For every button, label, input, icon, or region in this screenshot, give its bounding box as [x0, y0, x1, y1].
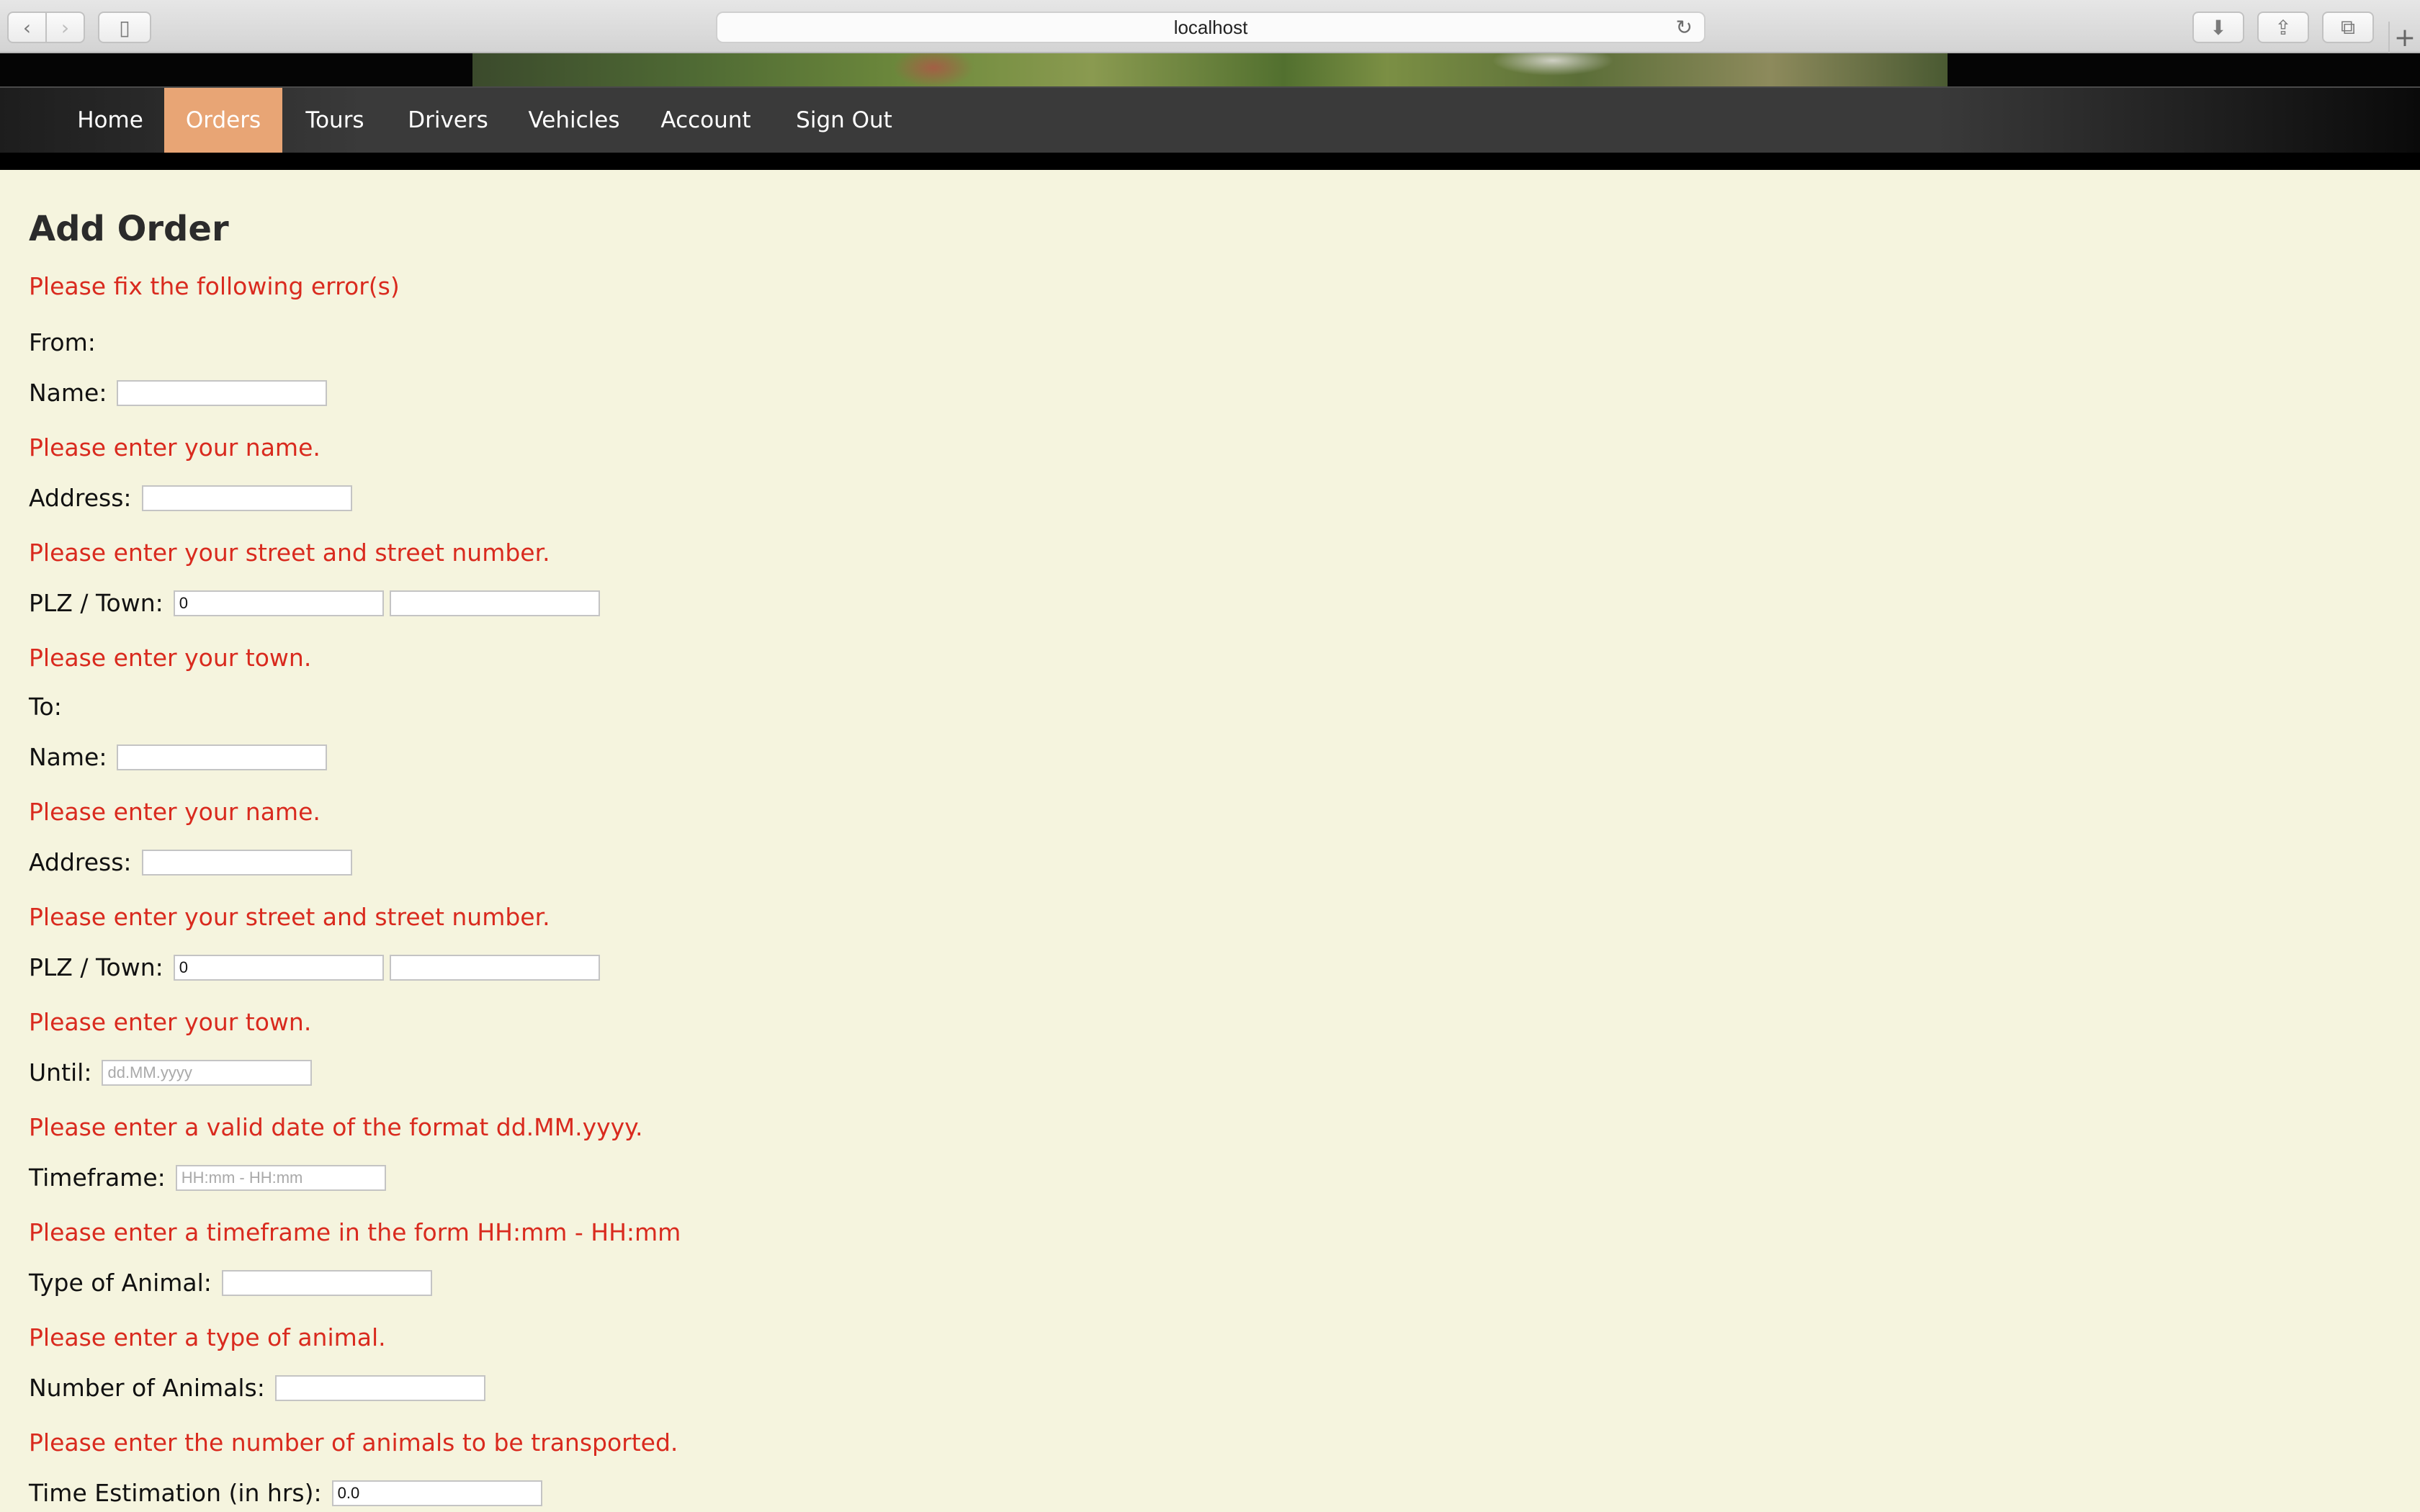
animal-type-label: Type of Animal: [29, 1269, 212, 1297]
sidebar-toggle-icon[interactable]: ▯ [98, 12, 151, 43]
from-address-row: Address: [29, 484, 352, 512]
header-banner [0, 53, 2420, 86]
animal-count-row: Number of Animals: [29, 1374, 485, 1402]
time-estimation-label: Time Estimation (in hrs): [29, 1479, 322, 1507]
nav-home[interactable]: Home [62, 88, 158, 153]
from-plz-town-label: PLZ / Town: [29, 589, 163, 617]
from-name-error: Please enter your name. [29, 433, 321, 462]
to-town-error: Please enter your town. [29, 1008, 312, 1036]
time-estimation-input[interactable]: 0.0 [331, 1480, 542, 1506]
download-icon[interactable]: ⬇ [2192, 12, 2244, 43]
tabs-overview-icon[interactable]: ⧉ [2322, 12, 2374, 43]
until-date-input[interactable]: dd.MM.yyyy [102, 1059, 313, 1086]
error-summary: Please fix the following error(s) [29, 272, 400, 300]
from-plz-town-row: PLZ / Town: 0 [29, 589, 600, 617]
nav-vehicles[interactable]: Vehicles [514, 88, 634, 153]
to-address-row: Address: [29, 848, 352, 876]
back-icon[interactable]: ‹ [9, 13, 45, 42]
banner-image [472, 53, 1948, 86]
from-town-input[interactable] [389, 590, 600, 616]
from-name-input[interactable] [117, 379, 328, 406]
to-address-label: Address: [29, 848, 132, 876]
nav-divider [0, 153, 2420, 170]
animal-type-error: Please enter a type of animal. [29, 1323, 386, 1351]
timeframe-input[interactable]: HH:mm - HH:mm [175, 1164, 386, 1191]
nav-tours[interactable]: Tours [288, 88, 382, 153]
animal-count-input[interactable] [274, 1374, 485, 1401]
address-bar[interactable]: localhost ↻ [716, 12, 1706, 43]
to-name-label: Name: [29, 743, 107, 771]
to-plz-input[interactable]: 0 [173, 954, 384, 981]
until-label: Until: [29, 1058, 92, 1086]
from-name-row: Name: [29, 379, 328, 407]
to-plz-town-row: PLZ / Town: 0 [29, 953, 600, 981]
timeframe-error: Please enter a timeframe in the form HH:… [29, 1218, 681, 1246]
from-address-error: Please enter your street and street numb… [29, 539, 550, 567]
page-title: Add Order [29, 209, 229, 249]
timeframe-label: Timeframe: [29, 1164, 166, 1192]
from-plz-input[interactable]: 0 [173, 590, 384, 616]
from-address-input[interactable] [141, 485, 352, 511]
animal-count-label: Number of Animals: [29, 1374, 265, 1402]
to-plz-town-label: PLZ / Town: [29, 953, 163, 981]
animal-type-input[interactable] [221, 1269, 432, 1296]
timeframe-row: Timeframe: HH:mm - HH:mm [29, 1164, 386, 1192]
from-heading: From: [29, 328, 96, 356]
to-address-error: Please enter your street and street numb… [29, 903, 550, 931]
share-icon[interactable]: ⇪ [2257, 12, 2309, 43]
to-heading: To: [29, 693, 62, 721]
browser-toolbar: ‹ › ▯ localhost ↻ ⬇ ⇪ ⧉ + [0, 0, 2420, 53]
forward-icon[interactable]: › [45, 13, 84, 42]
from-address-label: Address: [29, 484, 132, 512]
to-name-row: Name: [29, 743, 328, 771]
nav-orders[interactable]: Orders [164, 88, 282, 153]
history-buttons: ‹ › [7, 12, 85, 43]
url-text: localhost [1173, 16, 1248, 38]
animal-count-error: Please enter the number of animals to be… [29, 1428, 678, 1457]
to-address-input[interactable] [141, 849, 352, 876]
main-nav: Home Orders Tours Drivers Vehicles Accou… [0, 86, 2420, 153]
time-estimation-row: Time Estimation (in hrs): 0.0 [29, 1479, 542, 1507]
until-error: Please enter a valid date of the format … [29, 1113, 643, 1141]
new-tab-icon[interactable]: + [2388, 22, 2420, 53]
from-town-error: Please enter your town. [29, 644, 312, 672]
until-row: Until: dd.MM.yyyy [29, 1058, 313, 1086]
to-name-error: Please enter your name. [29, 798, 321, 826]
animal-type-row: Type of Animal: [29, 1269, 432, 1297]
reload-icon[interactable]: ↻ [1676, 16, 1693, 40]
to-town-input[interactable] [389, 954, 600, 981]
nav-account[interactable]: Account [640, 88, 772, 153]
to-name-input[interactable] [117, 744, 328, 770]
nav-sign-out[interactable]: Sign Out [778, 88, 910, 153]
from-name-label: Name: [29, 379, 107, 407]
nav-drivers[interactable]: Drivers [387, 88, 508, 153]
